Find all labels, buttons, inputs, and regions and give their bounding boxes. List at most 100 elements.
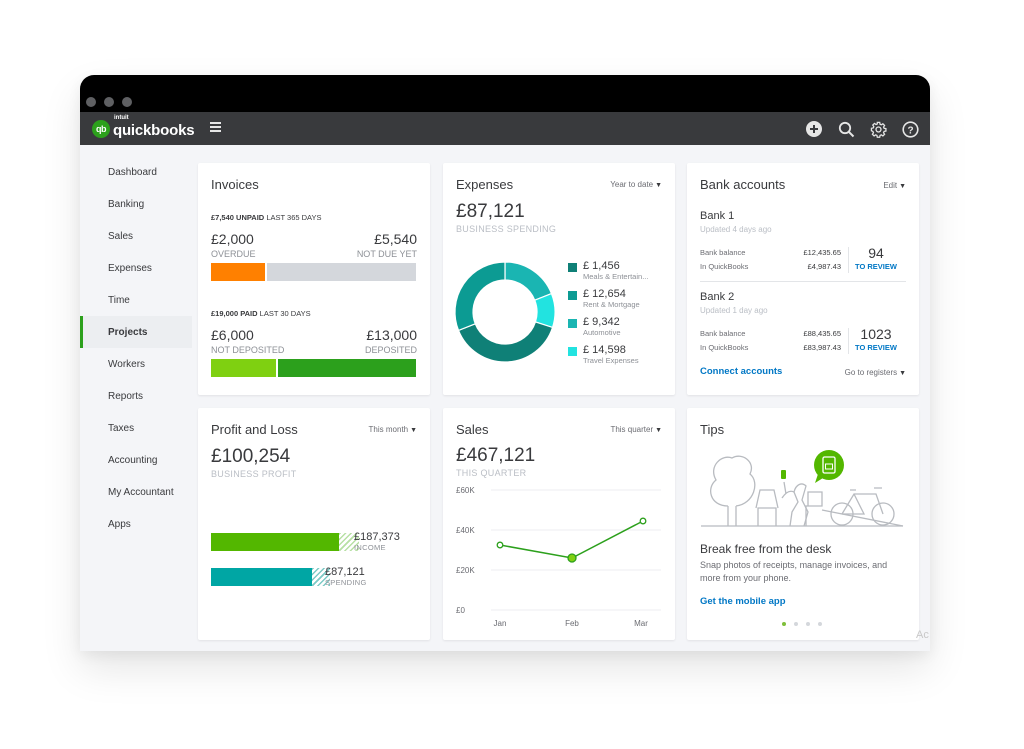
spending-amount: £87,121 xyxy=(325,566,365,578)
go-to-registers-dropdown[interactable]: Go to registers xyxy=(845,368,906,377)
overdue-amount: £2,000 xyxy=(211,231,254,247)
bank1-name[interactable]: Bank 1 xyxy=(700,210,734,222)
bank-accounts-title: Bank accounts xyxy=(700,177,786,192)
sales-total-label: THIS QUARTER xyxy=(456,468,527,478)
income-bar[interactable] xyxy=(211,533,359,551)
plus-circle-icon[interactable] xyxy=(804,119,824,139)
window-minimize-dot[interactable] xyxy=(104,97,114,107)
spending-bar[interactable] xyxy=(211,568,330,586)
sales-title: Sales xyxy=(456,422,489,437)
tip-page-dot-3[interactable] xyxy=(806,622,810,626)
legend-amount: £ 14,598 xyxy=(583,344,626,356)
activation-watermark: Ac xyxy=(916,629,929,641)
bank1-review-count[interactable]: 94 xyxy=(846,245,906,261)
unpaid-bar[interactable] xyxy=(211,263,416,281)
legend-amount: £ 9,342 xyxy=(583,316,620,328)
deposited-amount: £13,000 xyxy=(366,327,417,343)
overdue-segment[interactable] xyxy=(211,263,265,281)
tips-illustration xyxy=(701,450,904,527)
not-due-segment[interactable] xyxy=(267,263,416,281)
legend-amount: £ 1,456 xyxy=(583,260,620,272)
get-mobile-app-link[interactable]: Get the mobile app xyxy=(700,596,786,607)
sidebar-item-sales[interactable]: Sales xyxy=(80,220,192,252)
bank2-balance: £88,435.65 xyxy=(803,329,841,338)
top-navbar: qb intuit quickbooks ? xyxy=(80,112,930,145)
donut-slice-automotive[interactable] xyxy=(504,261,553,301)
expenses-donut-chart[interactable] xyxy=(453,260,557,364)
sales-point-jan[interactable] xyxy=(496,541,504,549)
not-deposited-amount: £6,000 xyxy=(211,327,254,343)
not-deposited-label: NOT DEPOSITED xyxy=(211,345,285,355)
unpaid-summary: £7,540 UNPAID LAST 365 DAYS xyxy=(211,213,322,222)
bank2-qb: £83,987.43 xyxy=(803,343,841,352)
sidebar-item-my-accountant[interactable]: My Accountant xyxy=(80,476,192,508)
sidebar-item-expenses[interactable]: Expenses xyxy=(80,252,192,284)
legend-automotive[interactable]: £ 9,342 Automotive xyxy=(568,316,621,337)
x-tick-label: Jan xyxy=(494,619,507,628)
bank-edit-link[interactable]: Edit xyxy=(883,181,906,190)
sidebar-item-apps[interactable]: Apps xyxy=(80,508,192,540)
bank1-balance: £12,435.65 xyxy=(803,248,841,257)
quickbooks-logo[interactable]: qb intuit quickbooks xyxy=(92,115,195,139)
legend-meals[interactable]: £ 1,456 Meals & Entertain... xyxy=(568,260,648,281)
donut-slice-rent-mortgage[interactable] xyxy=(454,261,506,332)
sidebar-item-banking[interactable]: Banking xyxy=(80,188,192,220)
bank2-review-count[interactable]: 1023 xyxy=(846,326,906,342)
hamburger-menu-icon[interactable] xyxy=(210,122,221,132)
legend-rent[interactable]: £ 12,654 Rent & Mortgage xyxy=(568,288,640,309)
gear-icon[interactable] xyxy=(868,119,888,139)
spending-bar-fill xyxy=(211,568,312,586)
search-icon[interactable] xyxy=(836,119,856,139)
sales-total: £467,121 xyxy=(456,445,536,466)
income-bar-fill xyxy=(211,533,339,551)
window-titlebar xyxy=(80,75,930,112)
window-maximize-dot[interactable] xyxy=(122,97,132,107)
sidebar-item-workers[interactable]: Workers xyxy=(80,348,192,380)
sidebar-item-dashboard[interactable]: Dashboard xyxy=(80,156,192,188)
sidebar-item-time[interactable]: Time xyxy=(80,284,192,316)
sales-point-mar[interactable] xyxy=(639,517,647,525)
sales-card: Sales This quarter £467,121 THIS QUARTER… xyxy=(443,408,675,640)
tip-page-dot-2[interactable] xyxy=(794,622,798,626)
legend-swatch-meals xyxy=(568,263,577,272)
not-deposited-segment[interactable] xyxy=(211,359,276,377)
profit-loss-period-dropdown[interactable]: This month xyxy=(369,425,417,434)
bank2-balance-label: Bank balance xyxy=(700,329,746,338)
legend-travel[interactable]: £ 14,598 Travel Expenses xyxy=(568,344,639,365)
qb-badge-icon: qb xyxy=(92,119,110,138)
paid-summary: £19,000 PAID LAST 30 DAYS xyxy=(211,309,311,318)
bank-accounts-card: Bank accounts Edit Bank 1 Updated 4 days… xyxy=(687,163,919,395)
sales-period-dropdown[interactable]: This quarter xyxy=(610,425,662,434)
legend-label: Travel Expenses xyxy=(583,356,639,365)
help-icon[interactable]: ? xyxy=(900,119,920,139)
x-tick-label: Feb xyxy=(565,619,579,628)
expenses-total-label: BUSINESS SPENDING xyxy=(456,224,557,234)
y-tick-label: £60K xyxy=(456,486,475,495)
tip-page-dot-1[interactable] xyxy=(782,622,786,626)
deposited-segment[interactable] xyxy=(278,359,416,377)
sidebar-item-projects[interactable]: Projects xyxy=(80,316,192,348)
expenses-card: Expenses Year to date £87,121 BUSINESS S… xyxy=(443,163,675,395)
legend-swatch-travel xyxy=(568,347,577,356)
app-window: qb intuit quickbooks ? Dashboard Banking… xyxy=(80,75,930,651)
sidebar-item-accounting[interactable]: Accounting xyxy=(80,444,192,476)
bank1-to-review-link[interactable]: TO REVIEW xyxy=(846,262,906,271)
paid-bar[interactable] xyxy=(211,359,416,377)
window-close-dot[interactable] xyxy=(86,97,96,107)
bank2-name[interactable]: Bank 2 xyxy=(700,291,734,303)
bank-divider xyxy=(700,281,906,282)
sidebar-item-taxes[interactable]: Taxes xyxy=(80,412,192,444)
tip-page-dot-4[interactable] xyxy=(818,622,822,626)
tips-title: Tips xyxy=(700,422,725,437)
sales-line-chart[interactable]: £0 £20K £40K £60K Jan Feb Mar xyxy=(443,484,675,634)
bank2-qb-label: In QuickBooks xyxy=(700,343,749,352)
connect-accounts-link[interactable]: Connect accounts xyxy=(700,366,782,377)
not-due-amount: £5,540 xyxy=(374,231,417,247)
bank2-to-review-link[interactable]: TO REVIEW xyxy=(846,343,906,352)
expenses-title: Expenses xyxy=(456,177,514,192)
sales-point-feb[interactable] xyxy=(567,553,577,563)
sidebar-item-reports[interactable]: Reports xyxy=(80,380,192,412)
profit-loss-card: Profit and Loss This month £100,254 BUSI… xyxy=(198,408,430,640)
donut-slice-meals-entertain[interactable] xyxy=(457,321,554,363)
expenses-period-dropdown[interactable]: Year to date xyxy=(610,180,662,189)
